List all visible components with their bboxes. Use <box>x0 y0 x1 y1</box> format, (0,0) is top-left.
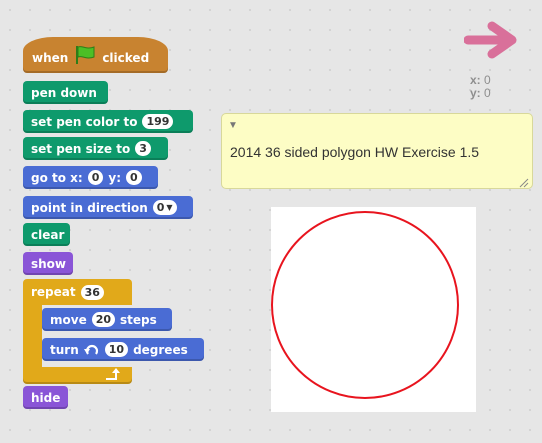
x-coord-value: 0 <box>484 73 491 87</box>
direction-value: 0 <box>156 201 165 214</box>
pen-size-input[interactable]: 3 <box>135 141 151 156</box>
repeat-block-bottom <box>23 367 132 384</box>
pen-down-block[interactable]: pen down <box>23 81 108 104</box>
move-steps-input[interactable]: 20 <box>91 312 116 327</box>
hide-block[interactable]: hide <box>23 386 68 409</box>
direction-arrow-icon <box>463 20 520 60</box>
x-coord-label: x: <box>470 73 481 87</box>
repeat-count-input[interactable]: 36 <box>80 284 104 300</box>
set-pen-size-block[interactable]: set pen size to 3 <box>23 137 168 160</box>
comment-collapse-icon[interactable]: ▼ <box>228 120 238 131</box>
go-to-y-input[interactable]: 0 <box>126 170 142 185</box>
y-coord-label: y: <box>470 86 481 100</box>
point-in-direction-label: point in direction <box>31 200 148 215</box>
drawn-polygon <box>271 211 459 399</box>
when-flag-clicked-block[interactable]: when clicked <box>23 37 168 73</box>
turn-degrees-block[interactable]: turn 10 degrees <box>42 338 204 361</box>
pen-color-input[interactable]: 199 <box>142 114 174 129</box>
loop-arrow-icon <box>104 367 120 386</box>
dropdown-arrow-icon: ▼ <box>166 203 173 212</box>
go-to-y-label: y: <box>108 170 121 185</box>
clear-label: clear <box>31 227 65 242</box>
hat-when-label: when <box>32 51 69 65</box>
comment-note[interactable]: ▼ 2014 36 sided polygon HW Exercise 1.5 <box>221 113 533 189</box>
comment-text: 2014 36 sided polygon HW Exercise 1.5 <box>230 144 480 160</box>
repeat-label: repeat <box>31 285 76 299</box>
sprite-coordinates: x: 0 y: 0 <box>470 74 491 100</box>
set-pen-color-block[interactable]: set pen color to 199 <box>23 110 193 133</box>
green-flag-icon <box>74 45 96 65</box>
y-coord-value: 0 <box>484 86 491 100</box>
point-in-direction-block[interactable]: point in direction 0 ▼ <box>23 196 193 219</box>
go-to-xy-block[interactable]: go to x: 0 y: 0 <box>23 166 158 189</box>
set-pen-size-label: set pen size to <box>31 141 131 156</box>
go-to-x-label: go to x: <box>31 170 83 185</box>
rotate-left-icon <box>83 343 100 357</box>
turn-label: turn <box>50 342 79 357</box>
set-pen-color-label: set pen color to <box>31 114 138 129</box>
pen-down-label: pen down <box>31 85 97 100</box>
move-steps-block[interactable]: move 20 steps <box>42 308 172 331</box>
hide-label: hide <box>31 390 61 405</box>
show-label: show <box>31 256 67 271</box>
turn-degrees-input[interactable]: 10 <box>104 342 129 357</box>
move-steps-suffix: steps <box>120 312 157 327</box>
go-to-x-input[interactable]: 0 <box>87 170 104 185</box>
move-label: move <box>50 312 87 327</box>
turn-degrees-suffix: degrees <box>133 342 188 357</box>
show-block[interactable]: show <box>23 252 73 275</box>
direction-dropdown[interactable]: 0 ▼ <box>152 200 177 215</box>
repeat-block[interactable]: repeat 36 <box>23 279 132 305</box>
repeat-block-arm <box>23 305 42 369</box>
stage-preview <box>271 207 476 412</box>
resize-grip-icon[interactable] <box>519 175 529 188</box>
clear-block[interactable]: clear <box>23 223 70 246</box>
hat-clicked-label: clicked <box>102 51 150 65</box>
